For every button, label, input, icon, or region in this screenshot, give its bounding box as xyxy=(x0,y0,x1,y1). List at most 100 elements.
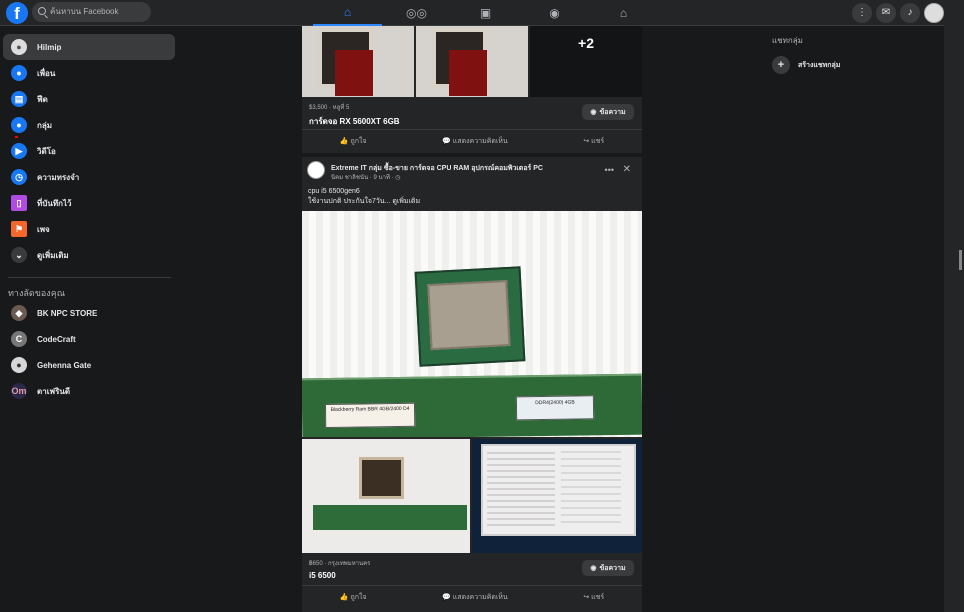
gaming-tab[interactable]: ⌂ xyxy=(589,0,658,26)
codecraft-avatar: C xyxy=(11,331,27,347)
group-chat-title: แชทกลุ่ม xyxy=(772,36,803,45)
shortcut-codecraft[interactable]: C CodeCraft xyxy=(3,326,175,352)
gpu-box-label xyxy=(335,50,373,96)
facebook-logo[interactable]: f xyxy=(6,2,28,24)
cpu-ram-photo[interactable]: Blackberry Ram BBR 4GB/2400 D4 DDR4(2400… xyxy=(302,211,642,437)
memories-icon: ◷ xyxy=(11,169,27,185)
listing-info: $3,500 · หลูที่ 5 การ์ดจอ RX 5600XT 6GB … xyxy=(302,97,642,129)
sidebar-item-label: กลุ่ม xyxy=(37,120,53,130)
like-label: ถูกใจ xyxy=(350,138,367,145)
sidebar-item-label: Hilmip xyxy=(37,42,62,52)
chevron-down-icon: ⌄ xyxy=(11,247,27,263)
message-button[interactable]: ◉ ข้อความ xyxy=(582,104,634,120)
shortcuts-heading: ทางลัดของคุณ xyxy=(8,288,66,298)
groups-icon: ● xyxy=(11,117,27,133)
news-feed: +2 $3,500 · หลูที่ 5 การ์ดจอ RX 5600XT 6… xyxy=(302,26,642,610)
gpu-photo-row: +2 xyxy=(302,26,642,97)
sidebar-item-groups[interactable]: ● กลุ่ม xyxy=(3,112,175,138)
comment-label: แสดงความคิดเห็น xyxy=(452,594,508,601)
sidebar-item-more[interactable]: ⌄ ดูเพิ่มเติม xyxy=(3,242,175,268)
saved-icon: ▯ xyxy=(11,195,27,211)
gaming-icon: ⌂ xyxy=(619,6,628,20)
scrollbar-thumb[interactable] xyxy=(959,250,962,270)
marketplace-post-cpu: Extreme IT กลุ่ม ซื้อ-ขาย การ์ดจอ CPU RA… xyxy=(302,157,642,610)
sidebar-item-label: ฟีด xyxy=(37,94,48,104)
share-button[interactable]: ↪ แชร์ xyxy=(583,136,604,147)
message-button-label: ข้อความ xyxy=(599,564,626,572)
sidebar-item-saved[interactable]: ▯ ที่บันทึกไว้ xyxy=(3,190,175,216)
topbar-actions: ⋮ ✉ ♪ xyxy=(852,3,944,23)
watch-icon: ▣ xyxy=(479,6,492,20)
shortcut-label: ตาเฟรินดี xyxy=(37,386,71,396)
share-label: แชร์ xyxy=(591,138,605,145)
marketplace-post-gpu[interactable]: +2 $3,500 · หลูที่ 5 การ์ดจอ RX 5600XT 6… xyxy=(302,26,642,153)
post-meta: นิคม ชาลิชนัน · 9 นาที · ◷ xyxy=(331,175,401,181)
create-group-chat-button[interactable]: + สร้างแชทกลุ่ม xyxy=(772,52,942,78)
like-label: ถูกใจ xyxy=(350,594,367,601)
post-actions: 👍 ถูกใจ 💬 แสดงความคิดเห็น ↪ แชร์ xyxy=(302,129,642,153)
home-icon: ⌂ xyxy=(343,5,352,19)
more-options-icon[interactable]: ••• xyxy=(605,165,614,175)
sidebar-item-friends[interactable]: ● เพื่อน xyxy=(3,60,175,86)
post-header: Extreme IT กลุ่ม ซื้อ-ขาย การ์ดจอ CPU RA… xyxy=(302,157,642,187)
comment-label: แสดงความคิดเห็น xyxy=(452,138,508,145)
small-ram-stick xyxy=(313,505,467,530)
sidebar-item-label: เพื่อน xyxy=(37,68,56,78)
friends-tab[interactable]: ◎◎ xyxy=(382,0,451,26)
share-label: แชร์ xyxy=(591,594,605,601)
like-button[interactable]: 👍 ถูกใจ xyxy=(340,136,367,147)
create-group-chat-label: สร้างแชทกลุ่ม xyxy=(798,61,841,69)
messenger-icon: ◉ xyxy=(590,109,597,116)
sidebar-item-profile[interactable]: ● Hilmip xyxy=(3,34,175,60)
search-icon xyxy=(38,7,46,15)
shortcut-tafrindi[interactable]: Om ตาเฟรินดี xyxy=(3,378,175,404)
gpu-photo-3[interactable]: +2 xyxy=(530,26,642,97)
home-tab[interactable]: ⌂ xyxy=(313,0,382,26)
groups-icon: ◉ xyxy=(549,6,560,20)
menu-icon[interactable]: ⋮ xyxy=(852,3,872,23)
sidebar-item-label: เพจ xyxy=(37,224,50,234)
shortcut-bk-npc-store[interactable]: ◆ BK NPC STORE xyxy=(3,300,175,326)
gpu-photo-1[interactable] xyxy=(302,26,414,97)
gpu-photo-2[interactable] xyxy=(416,26,528,97)
sidebar-item-pages[interactable]: ⚑ เพจ xyxy=(3,216,175,242)
post-text-line-2[interactable]: ใช้งานปกติ ประกันใจ7วัน... ดูเพิ่มเติม xyxy=(308,197,636,207)
sidebar-item-memories[interactable]: ◷ ความทรงจำ xyxy=(3,164,175,190)
ram-stick: Blackberry Ram BBR 4GB/2400 D4 DDR4(2400… xyxy=(302,373,642,437)
sidebar-item-feed[interactable]: ▤ ฟีด xyxy=(3,86,175,112)
bk-npc-store-avatar: ◆ xyxy=(11,305,27,321)
sidebar-divider xyxy=(8,277,171,278)
profile-icon: ● xyxy=(11,39,27,55)
scroll-marker xyxy=(15,136,18,138)
group-chat-panel: แชทกลุ่ม + สร้างแชทกลุ่ม xyxy=(772,34,942,78)
comment-button[interactable]: 💬 แสดงความคิดเห็น xyxy=(442,136,508,147)
account-avatar[interactable] xyxy=(924,3,944,23)
message-button[interactable]: ◉ ข้อความ xyxy=(582,560,634,576)
scrollbar-track[interactable] xyxy=(944,0,964,612)
comment-button[interactable]: 💬 แสดงความคิดเห็น xyxy=(442,592,508,603)
ram-label-ddr4: DDR4(2400) 4GB xyxy=(515,395,595,421)
groups-tab[interactable]: ◉ xyxy=(520,0,589,26)
cpu-and-ram-photo[interactable] xyxy=(302,439,470,553)
gpu-box-label xyxy=(449,50,487,96)
post-actions: 👍 ถูกใจ 💬 แสดงความคิดเห็น ↪ แชร์ xyxy=(302,585,642,609)
sidebar-item-video[interactable]: ▶ วิดีโอ xyxy=(3,138,175,164)
secondary-photo-grid xyxy=(302,439,642,553)
plus-icon: + xyxy=(772,56,790,74)
close-icon[interactable]: ✕ xyxy=(623,164,631,175)
share-button[interactable]: ↪ แชร์ xyxy=(583,592,604,603)
system-info-photo[interactable] xyxy=(472,439,642,553)
post-text: cpu i5 6500gen6 ใช้งานปกติ ประกันใจ7วัน.… xyxy=(302,187,642,211)
messenger-icon: ◉ xyxy=(590,565,597,572)
messenger-icon[interactable]: ✉ xyxy=(876,3,896,23)
shortcut-label: Gehenna Gate xyxy=(37,360,92,370)
sidebar-item-label: ดูเพิ่มเติม xyxy=(37,250,69,260)
notifications-icon[interactable]: ♪ xyxy=(900,3,920,23)
like-button[interactable]: 👍 ถูกใจ xyxy=(340,592,367,603)
search-input[interactable]: ค้นหาบน Facebook xyxy=(32,2,151,22)
cpu-heatspreader xyxy=(427,280,511,351)
watch-tab[interactable]: ▣ xyxy=(451,0,520,26)
group-avatar[interactable] xyxy=(307,161,325,179)
shortcut-gehenna-gate[interactable]: ● Gehenna Gate xyxy=(3,352,175,378)
pages-icon: ⚑ xyxy=(11,221,27,237)
